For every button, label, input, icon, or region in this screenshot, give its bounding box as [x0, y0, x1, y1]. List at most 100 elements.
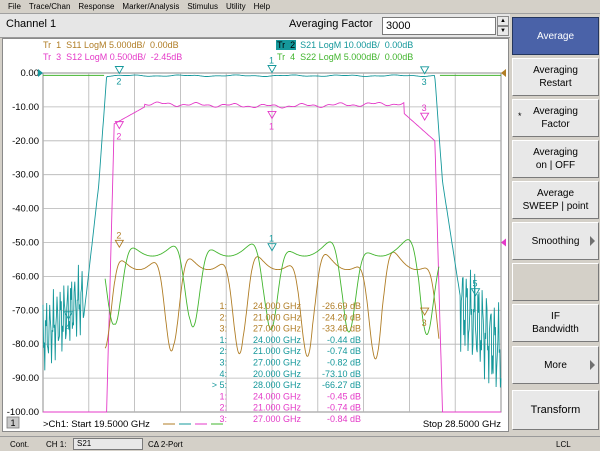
y-tick-label: -80.00	[12, 339, 39, 350]
y-tick-label: -50.00	[12, 238, 39, 249]
reference-level-arrow	[38, 69, 43, 77]
menu-file[interactable]: File	[4, 0, 25, 14]
softkey-average[interactable]: Average	[512, 17, 599, 55]
marker-readout-id: > 5:	[212, 380, 227, 390]
status-lcl: LCL	[556, 440, 571, 449]
softkey-label: IF Bandwidth	[532, 311, 579, 335]
softkey-label: Averaging Restart	[533, 65, 578, 89]
menu-bar: File Trace/Chan Response Marker/Analysis…	[0, 0, 600, 14]
reference-level-arrow	[501, 69, 506, 77]
submenu-arrow-icon	[590, 360, 595, 370]
status-cont: Cont.	[10, 440, 30, 449]
menu-stimulus[interactable]: Stimulus	[183, 0, 222, 14]
trace-label[interactable]: Tr 4 S22 LogM 5.000dB/ 0.00dB	[277, 52, 413, 62]
status-channel: CH 1:	[46, 440, 67, 449]
marker-number: 4	[65, 322, 70, 332]
marker-readout-value: -0.44 dB	[327, 335, 361, 345]
marker-readout-freq: 27.000 GHz	[253, 324, 302, 334]
softkey-label: Averaging Factor	[533, 106, 578, 130]
marker-readout-value: -24.20 dB	[322, 312, 361, 322]
marker-readout-value: -73.10 dB	[322, 369, 361, 379]
spin-up-button[interactable]: ▲	[497, 16, 509, 26]
marker-readout-freq: 24.000 GHz	[253, 391, 302, 401]
submenu-arrow-icon	[590, 236, 595, 246]
marker-number: 5	[473, 279, 478, 289]
softkey-transform[interactable]: Transform	[512, 390, 599, 430]
marker-readout-freq: 27.000 GHz	[253, 358, 302, 368]
softkey-label: Average	[536, 30, 575, 42]
channel-number-text: 1	[10, 418, 15, 428]
marker-number: 3	[422, 103, 427, 113]
channel-title-bar: Channel 1 Averaging Factor ▲ ▼	[0, 14, 510, 38]
marker-number: 3	[422, 77, 427, 87]
menu-response[interactable]: Response	[74, 0, 118, 14]
marker-readout-value: -0.45 dB	[327, 391, 361, 401]
marker-readout-id: 2:	[219, 312, 227, 322]
marker-readout-freq: 24.000 GHz	[253, 335, 302, 345]
marker-readout-freq: 21.000 GHz	[253, 312, 302, 322]
marker-readout-freq: 27.000 GHz	[253, 414, 302, 424]
softkey-current-indicator: *	[518, 111, 522, 121]
marker-number: 1	[269, 234, 274, 244]
status-cal: CΔ 2-Port	[148, 440, 183, 449]
softkey-if-bandwidth[interactable]: IF Bandwidth	[512, 304, 599, 342]
marker-triangle[interactable]	[114, 239, 125, 249]
softkey-blank-6	[512, 263, 599, 301]
marker-number: 2	[116, 132, 121, 142]
marker-readout-value: -0.74 dB	[327, 403, 361, 413]
marker-readout-id: 3:	[219, 358, 227, 368]
marker-readout-id: 1:	[219, 335, 227, 345]
marker-readout-freq: 24.000 GHz	[253, 301, 302, 311]
measurement-plot[interactable]: 0.00 -10.00 -20.00 -30.00 -40.00 -50.00 -60.00…	[2, 38, 509, 432]
trace-label[interactable]: Tr 3 S12 LogM 0.500dB/ -2.45dB	[43, 52, 182, 62]
marker-readout-id: 2:	[219, 403, 227, 413]
trace-label[interactable]: Tr 1 S11 LogM 5.000dB/ 0.00dB	[43, 40, 179, 50]
menu-utility[interactable]: Utility	[222, 0, 250, 14]
trace-label[interactable]: Tr 2 S21 LogM 10.00dB/ 0.00dB	[277, 40, 413, 50]
status-active-param: S21	[73, 438, 143, 450]
spin-down-button[interactable]: ▼	[497, 26, 509, 36]
marker-readout-freq: 28.000 GHz	[253, 380, 302, 390]
marker-readout-id: 3:	[219, 324, 227, 334]
softkey-averaging-factor[interactable]: * Averaging Factor	[512, 99, 599, 137]
status-bar: Cont. CH 1: S21 CΔ 2-Port LCL	[0, 436, 600, 451]
softkey-averaging-restart[interactable]: Averaging Restart	[512, 58, 599, 96]
softkey-more[interactable]: More	[512, 346, 599, 384]
y-tick-label: -90.00	[12, 373, 39, 384]
marker-triangle[interactable]	[267, 65, 277, 74]
marker-readout-id: 4:	[219, 369, 227, 379]
menu-trace-chan[interactable]: Trace/Chan	[25, 0, 75, 14]
softkey-label: Averaging on | OFF	[533, 147, 578, 171]
marker-readout-value: -0.82 dB	[327, 358, 361, 368]
channel-title: Channel 1	[6, 18, 57, 30]
marker-triangle[interactable]	[114, 66, 125, 75]
marker-readout-id: 3:	[219, 414, 227, 424]
y-tick-label: -10.00	[12, 102, 39, 113]
softkey-panel: Average Averaging Restart * Averaging Facto…	[511, 14, 600, 436]
marker-readout-freq: 21.000 GHz	[253, 346, 302, 356]
marker-readout-value: -26.69 dB	[322, 301, 361, 311]
softkey-label: Smoothing	[531, 235, 580, 247]
trace-graph: 0.00 -10.00 -20.00 -30.00 -40.00 -50.00 -60.00…	[6, 40, 506, 430]
marker-number: 3	[422, 318, 427, 328]
marker-triangle[interactable]	[470, 288, 481, 297]
start-frequency[interactable]: >Ch1: Start 19.5000 GHz	[43, 419, 150, 430]
softkey-averaging-on-off[interactable]: Averaging on | OFF	[512, 140, 599, 178]
y-tick-label: -20.00	[12, 136, 39, 147]
menu-help[interactable]: Help	[250, 0, 274, 14]
y-tick-label: -30.00	[12, 170, 39, 181]
marker-readout-value: -0.84 dB	[327, 414, 361, 424]
softkey-average-sweep-point[interactable]: Average SWEEP | point	[512, 181, 599, 219]
marker-readout-value: -0.74 dB	[327, 346, 361, 356]
averaging-factor-label: Averaging Factor	[289, 18, 373, 30]
menu-marker-analysis[interactable]: Marker/Analysis	[118, 0, 183, 14]
marker-triangle[interactable]	[419, 112, 430, 122]
marker-readout-id: 1:	[219, 301, 227, 311]
stop-frequency[interactable]: Stop 28.5000 GHz	[423, 419, 501, 430]
softkey-smoothing[interactable]: Smoothing	[512, 222, 599, 260]
averaging-factor-input[interactable]	[382, 17, 496, 35]
marker-number: 1	[269, 55, 274, 65]
marker-readout-freq: 20.000 GHz	[253, 369, 302, 379]
averaging-factor-spinner: ▲ ▼	[497, 16, 509, 37]
y-tick-label: -100.00	[7, 407, 39, 418]
